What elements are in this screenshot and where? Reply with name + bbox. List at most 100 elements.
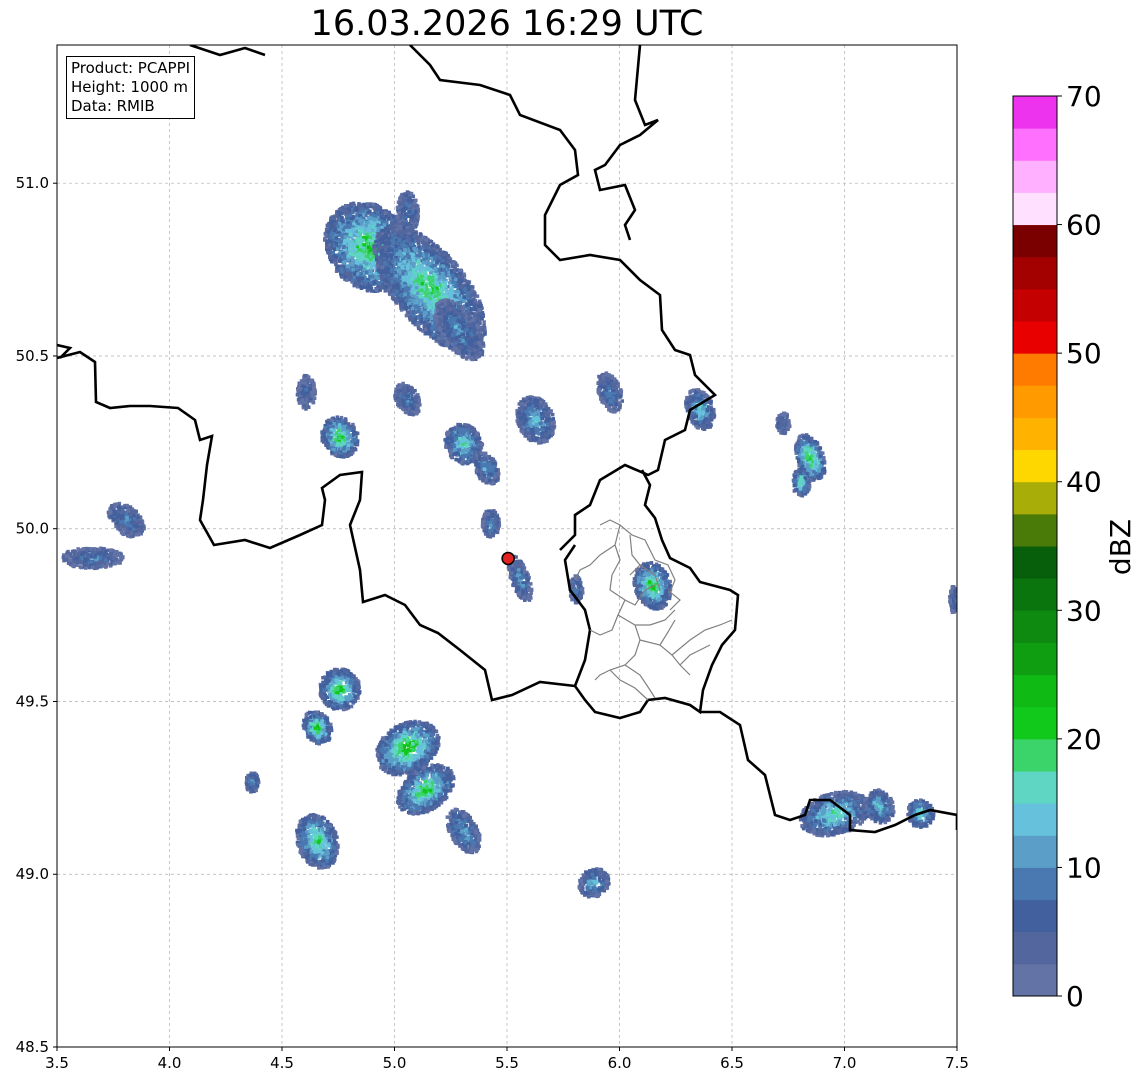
- echo-pixel: [374, 240, 378, 244]
- echo-pixel: [384, 279, 389, 284]
- echo-pixel: [440, 342, 444, 347]
- echo-pixel: [414, 309, 418, 314]
- echo-pixel: [467, 346, 472, 350]
- echo-pixel: [469, 302, 473, 306]
- echo-pixel: [469, 357, 473, 361]
- echo-pixel: [413, 275, 417, 280]
- echo-pixel: [416, 239, 421, 244]
- echo-pixel: [379, 268, 383, 273]
- echo-pixel: [359, 204, 363, 208]
- echo-pixel: [343, 235, 347, 239]
- echo-pixel: [473, 308, 477, 312]
- echo-pixel: [394, 274, 399, 278]
- echo-pixel: [444, 316, 448, 321]
- echo-pixel: [355, 232, 359, 237]
- echo-pixel: [414, 232, 418, 237]
- echo-pixel: [411, 252, 415, 257]
- echo-pixel: [362, 243, 366, 247]
- echo-pixel: [359, 272, 363, 276]
- echo-pixel: [423, 327, 428, 332]
- echo-pixel: [434, 254, 439, 258]
- echo-pixel: [465, 355, 470, 359]
- echo-pixel: [399, 306, 403, 310]
- echo-pixel: [432, 289, 436, 294]
- echo-pixel: [328, 255, 333, 259]
- echo-pixel: [480, 338, 484, 342]
- echo-pixel: [362, 260, 367, 264]
- echo-pixel: [367, 229, 371, 233]
- echo-pixel: [450, 285, 454, 290]
- echo-pixel: [441, 272, 445, 276]
- echo-pixel: [385, 253, 389, 257]
- echo-pixel: [407, 310, 411, 314]
- echo-pixel: [343, 225, 348, 229]
- echo-pixel: [462, 272, 466, 276]
- echo-pixel: [444, 291, 449, 296]
- echo-pixel: [367, 224, 372, 228]
- echo-pixel: [369, 220, 374, 224]
- echo-pixel: [365, 270, 369, 274]
- echo-pixel: [339, 224, 344, 229]
- echo-pixel: [425, 265, 429, 270]
- echo-pixel: [411, 299, 416, 303]
- echo-pixel: [354, 264, 358, 269]
- echo-pixel: [325, 223, 330, 227]
- echo-pixel: [375, 264, 380, 268]
- echo-pixel: [350, 256, 355, 260]
- echo-pixel: [456, 304, 461, 309]
- echo-pixel: [372, 222, 377, 226]
- echo-pixel: [475, 351, 480, 355]
- echo-pixel: [446, 311, 451, 316]
- echo-pixel: [480, 316, 484, 321]
- echo-pixel: [445, 340, 450, 344]
- echo-pixel: [372, 244, 376, 249]
- echo-pixel: [438, 317, 442, 321]
- echo-pixel: [472, 291, 476, 296]
- echo-pixel: [376, 232, 380, 236]
- echo-pixel: [412, 246, 416, 251]
- echo-pixel: [363, 250, 367, 254]
- echo-pixel: [338, 253, 342, 258]
- echo-pixel: [477, 347, 481, 352]
- echo-pixel: [404, 271, 408, 276]
- echo-pixel: [454, 277, 458, 282]
- echo-pixel: [380, 265, 384, 270]
- echo-pixel: [414, 282, 419, 287]
- echo-pixel: [373, 208, 378, 213]
- echo-pixel: [451, 261, 456, 266]
- echo-pixel: [446, 253, 450, 258]
- echo-pixel: [350, 240, 354, 244]
- echo-pixel: [422, 243, 426, 247]
- echo-pixel: [368, 274, 372, 279]
- echo-pixel: [369, 286, 374, 291]
- echo-pixel: [425, 286, 429, 291]
- echo-pixel: [353, 271, 357, 275]
- echo-pixel: [478, 311, 482, 316]
- echo-pixel: [340, 216, 344, 220]
- echo-pixel: [393, 292, 397, 297]
- echo-pixel: [391, 285, 396, 289]
- echo-pixel: [430, 244, 435, 248]
- echo-pixel: [424, 256, 429, 260]
- echo-pixel: [452, 306, 456, 311]
- echo-pixel: [433, 257, 437, 262]
- echo-pixel: [404, 298, 408, 303]
- echo-pixel: [377, 205, 381, 210]
- echo-pixel: [442, 277, 446, 281]
- echo-pixel: [434, 294, 438, 298]
- echo-pixel: [372, 250, 376, 254]
- echo-pixel: [466, 322, 470, 326]
- echo-pixel: [329, 216, 333, 220]
- echo-pixel: [411, 264, 416, 269]
- echo-pixel: [425, 297, 429, 302]
- echo-pixel: [423, 271, 428, 275]
- echo-pixel: [380, 286, 384, 290]
- echo-pixel: [429, 302, 433, 306]
- echo-pixel: [352, 227, 357, 231]
- echo-pixel: [381, 228, 386, 233]
- echo-pixel: [346, 254, 350, 259]
- echo-pixel: [386, 259, 390, 264]
- echo-pixel: [439, 289, 443, 293]
- echo-pixel: [350, 245, 354, 249]
- echo-pixel: [368, 217, 373, 221]
